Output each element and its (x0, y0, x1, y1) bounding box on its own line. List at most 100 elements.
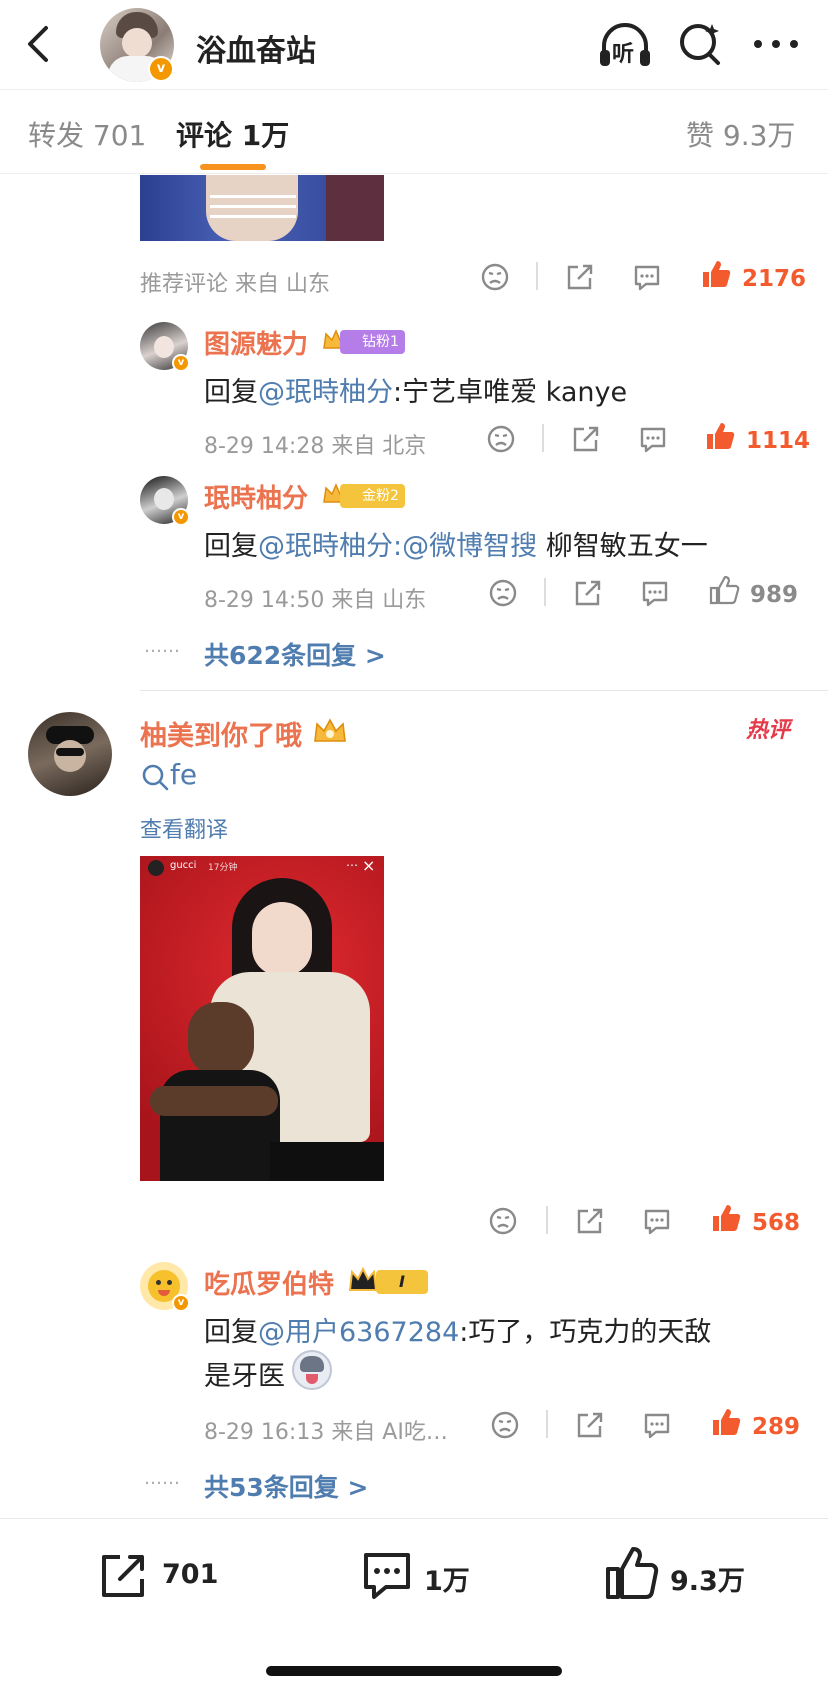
like-icon-active[interactable] (710, 1202, 742, 1234)
dislike-icon[interactable] (488, 1206, 518, 1236)
reply-body: 是牙医 (204, 1361, 285, 1392)
reply-body: :巧了，巧克力的天敌 (459, 1317, 712, 1348)
crown-icon (312, 716, 348, 746)
tab-comments[interactable]: 评论 1万 (176, 114, 289, 154)
comment-icon[interactable] (640, 580, 670, 608)
like-count: 289 (752, 1414, 801, 1440)
mention-link[interactable]: @用户6367284 (258, 1317, 459, 1348)
like-count: 989 (750, 582, 799, 608)
reply-text-line2: 是牙医 (204, 1354, 285, 1393)
like-count: 2176 (742, 266, 807, 292)
comment-divider (140, 690, 828, 691)
search-icon[interactable] (678, 20, 724, 68)
comment-meta: 推荐评论 来自 山东 (140, 272, 330, 297)
more-replies-link[interactable]: 共622条回复 > (204, 636, 386, 672)
reply-text: 回复@用户6367284:巧了，巧克力的天敌 (204, 1310, 711, 1349)
like-icon[interactable] (604, 1545, 660, 1603)
reply-meta: 8-29 16:13 来自 AI吃… (204, 1420, 448, 1445)
comment-count[interactable]: 1万 (424, 1559, 470, 1598)
home-indicator[interactable] (266, 1666, 562, 1676)
back-chevron-icon[interactable] (18, 22, 58, 66)
reply-author-name[interactable]: 图源魅力 (204, 324, 308, 361)
more-replies-link[interactable]: 共53条回复 > (204, 1468, 368, 1504)
like-icon-active[interactable] (710, 1406, 742, 1438)
tabs-bar: 转发 701 评论 1万 赞 9.3万 (0, 90, 828, 174)
repost-count[interactable]: 701 (162, 1559, 218, 1590)
share-icon[interactable] (574, 1206, 604, 1236)
level-badge: I (376, 1270, 428, 1294)
hot-comment-label: 热评 (746, 718, 791, 743)
reply-text: 回复@珉時柚分:宁艺卓唯爱 kanye (204, 370, 627, 409)
story-close-icon: × (362, 856, 376, 875)
dislike-icon[interactable] (488, 578, 518, 608)
like-icon-active[interactable] (700, 258, 732, 290)
comment-icon[interactable] (642, 1208, 672, 1236)
verified-badge-icon: v (172, 508, 190, 526)
share-icon[interactable] (570, 424, 600, 454)
story-time: 17分钟 (208, 863, 238, 873)
crown-icon (348, 1266, 378, 1294)
story-account: gucci (170, 860, 197, 871)
fan-badge: 钻粉1 (340, 330, 405, 354)
listen-label: 听 (612, 42, 635, 67)
translate-link[interactable]: 查看翻译 (140, 812, 228, 844)
comment-icon[interactable] (360, 1549, 414, 1603)
dots: …… (144, 636, 180, 657)
reply-text: 回复@珉時柚分:@微博智搜 柳智敏五女一 (204, 524, 708, 563)
verified-badge-icon: v (172, 1294, 190, 1312)
dots: …… (144, 1468, 180, 1489)
comment-icon[interactable] (632, 264, 662, 292)
search-icon[interactable] (140, 762, 170, 792)
divider (544, 578, 546, 606)
page-title: 浴血奋站 (196, 34, 316, 69)
dislike-icon[interactable] (486, 424, 516, 454)
like-icon[interactable] (708, 574, 740, 606)
tab-likes[interactable]: 赞 9.3万 (686, 114, 795, 154)
story-avatar (148, 860, 164, 876)
comment-icon[interactable] (638, 426, 668, 454)
tab-repost[interactable]: 转发 701 (28, 114, 146, 154)
divider (546, 1410, 548, 1438)
divider (536, 262, 538, 290)
divider (542, 424, 544, 452)
listen-headphones-icon[interactable]: 听 (596, 20, 654, 70)
comment-image[interactable]: gucci 17分钟 ⋯ × (140, 856, 384, 1181)
divider (546, 1206, 548, 1234)
share-icon[interactable] (572, 578, 602, 608)
share-icon[interactable] (574, 1410, 604, 1440)
reply-body: 柳智敏五女一 (537, 531, 708, 562)
reply-author-name[interactable]: 吃瓜罗伯特 (204, 1264, 334, 1301)
reply-body: :宁艺卓唯爱 kanye (393, 377, 628, 408)
reply-meta: 8-29 14:28 来自 北京 (204, 434, 427, 459)
reply-meta: 8-29 14:50 来自 山东 (204, 588, 427, 613)
reply-author-name[interactable]: 珉時柚分 (204, 478, 308, 515)
dislike-icon[interactable] (480, 262, 510, 292)
share-icon[interactable] (564, 262, 594, 292)
active-tab-indicator (200, 164, 266, 170)
mention-link[interactable]: :@微博智搜 (393, 531, 537, 562)
like-icon-active[interactable] (704, 420, 736, 452)
comment-avatar[interactable] (28, 712, 112, 796)
verified-badge-icon: v (148, 56, 174, 82)
repost-icon[interactable] (96, 1549, 150, 1603)
comment-icon[interactable] (642, 1412, 672, 1440)
husky-emoji-icon (292, 1350, 332, 1390)
reply-prefix: 回复 (204, 1317, 258, 1348)
like-count: 568 (752, 1210, 801, 1236)
fan-badge: 金粉2 (340, 484, 405, 508)
search-keyword-link[interactable]: fe (170, 758, 197, 791)
like-count: 1114 (746, 428, 811, 454)
top-bar: v 浴血奋站 听 (0, 0, 828, 90)
dislike-icon[interactable] (490, 1410, 520, 1440)
story-more-icon: ⋯ (346, 858, 358, 872)
verified-badge-icon: v (172, 354, 190, 372)
bottom-action-bar: 701 1万 9.3万 (0, 1518, 828, 1648)
reply-prefix: 回复 (204, 531, 258, 562)
more-icon[interactable] (752, 32, 800, 56)
comment-author-name[interactable]: 柚美到你了哦 (140, 714, 302, 753)
mention-link[interactable]: @珉時柚分 (258, 531, 393, 562)
reply-prefix: 回复 (204, 377, 258, 408)
like-count-total[interactable]: 9.3万 (670, 1559, 745, 1598)
mention-link[interactable]: @珉時柚分 (258, 377, 393, 408)
comment-image-cropped[interactable] (140, 175, 384, 241)
